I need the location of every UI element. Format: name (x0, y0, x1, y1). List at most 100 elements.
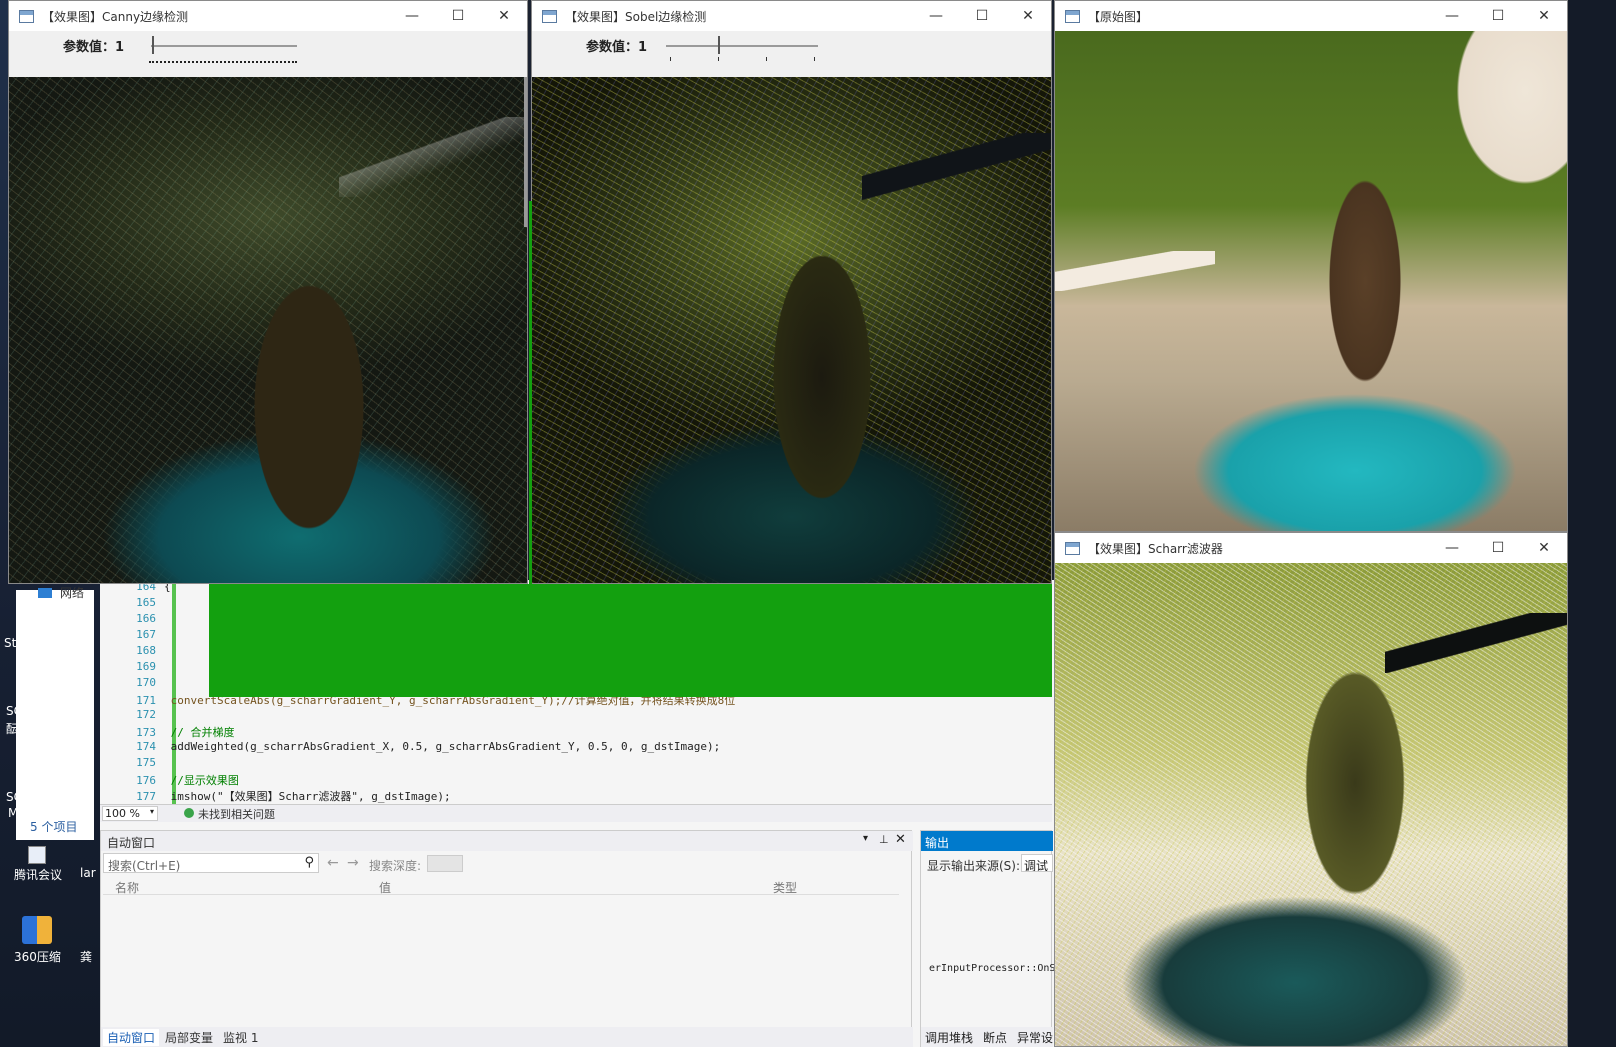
search-icon[interactable]: ⚲ (304, 855, 314, 870)
minimize-button[interactable]: — (389, 8, 435, 24)
minimize-button[interactable]: — (1429, 540, 1475, 556)
tencent-meeting-label[interactable]: 腾讯会议 (14, 866, 62, 883)
editor-status-bar: 100 % ▾ 未找到相关问题 (100, 804, 1052, 822)
output-source-value: 调试 (1024, 859, 1049, 872)
sobel-trackbar-track[interactable] (666, 45, 818, 47)
scharr-title: 【效果图】Scharr滤波器 (1088, 541, 1223, 556)
output-panel: 输出 显示输出来源(S): 调试 erInputProcessor::OnS 调… (920, 830, 1056, 1047)
output-source-label: 显示输出来源(S): (927, 859, 1021, 873)
zoom-dropdown[interactable]: 100 % ▾ (102, 806, 158, 821)
search-depth-dropdown[interactable] (427, 855, 463, 872)
close-icon[interactable]: ✕ (895, 832, 906, 847)
canny-scrollbar[interactable] (524, 77, 527, 227)
zoom-value: 100 % (105, 807, 140, 820)
sobel-titlebar[interactable]: 【效果图】Sobel边缘检测 — ☐ ✕ (532, 1, 1051, 31)
minimize-button[interactable]: — (913, 8, 959, 24)
sobel-tick (670, 57, 671, 61)
canny-umbrella-shape (339, 117, 527, 197)
col-name-header[interactable]: 名称 (115, 879, 139, 896)
explorer-pane: 网络 5 个项目 (16, 586, 94, 840)
sobel-tick (718, 57, 719, 61)
window-app-icon (542, 9, 557, 23)
maximize-button[interactable]: ☐ (959, 8, 1005, 24)
scharr-window: 【效果图】Scharr滤波器 — ☐ ✕ (1054, 532, 1568, 1047)
output-tab-strip: 调用堆栈 断点 异常设 (921, 1027, 1053, 1047)
tab-watch[interactable]: 监视 1 (223, 1029, 258, 1046)
window-app-icon (1065, 9, 1080, 23)
shortcut-label[interactable]: 龚 (80, 948, 92, 965)
tab-exception-settings[interactable]: 异常设 (1017, 1029, 1053, 1046)
close-button[interactable]: ✕ (1005, 8, 1051, 24)
code-line: 172 (136, 708, 156, 721)
output-source-dropdown[interactable]: 调试 (1021, 854, 1053, 872)
canny-edge-image (9, 77, 527, 583)
original-photo (1055, 31, 1567, 531)
tencent-meeting-icon[interactable] (28, 846, 46, 864)
tab-breakpoints[interactable]: 断点 (983, 1029, 1007, 1046)
output-title: 输出 (925, 836, 950, 850)
pin-icon[interactable]: ⊥ (879, 833, 889, 846)
network-icon[interactable] (38, 588, 52, 598)
code-line: 177 imshow("【效果图】Scharr滤波器", g_dstImage)… (136, 790, 451, 803)
sobel-umbrella-shape (862, 133, 1051, 203)
minimize-button[interactable]: — (1429, 8, 1475, 24)
maximize-button[interactable]: ☐ (1475, 540, 1521, 556)
col-value-header[interactable]: 值 (379, 879, 391, 896)
tab-locals[interactable]: 局部变量 (165, 1029, 213, 1046)
sobel-title: 【效果图】Sobel边缘检测 (565, 9, 707, 24)
original-title: 【原始图】 (1088, 9, 1149, 24)
tab-call-stack[interactable]: 调用堆栈 (925, 1029, 973, 1046)
scharr-filter-image (1055, 563, 1567, 1046)
scharr-umbrella-shape (1385, 613, 1567, 673)
sobel-trackbar-area: 参数值：1 (532, 31, 1051, 77)
code-line: 173 // 合并梯度 (136, 726, 235, 739)
sobel-window: 【效果图】Sobel边缘检测 — ☐ ✕ 参数值：1 (529, 0, 1052, 585)
check-icon (184, 808, 194, 818)
original-window: 【原始图】 — ☐ ✕ (1054, 0, 1568, 532)
output-text: erInputProcessor::OnS (929, 963, 1056, 974)
canny-trackbar-track[interactable] (151, 45, 297, 47)
back-arrow-icon[interactable]: ← (327, 855, 339, 871)
canny-titlebar[interactable]: 【效果图】Canny边缘检测 — ☐ ✕ (9, 1, 527, 31)
maximize-button[interactable]: ☐ (435, 8, 481, 24)
canny-param-label: 参数值：1 (63, 40, 125, 55)
close-button[interactable]: ✕ (1521, 8, 1567, 24)
autos-search-input[interactable]: 搜索(Ctrl+E) ⚲ (103, 853, 319, 873)
code-line: 174 addWeighted(g_scharrAbsGradient_X, 0… (136, 740, 721, 753)
autos-table-header: 名称 值 类型 (103, 877, 899, 895)
canny-window: 【效果图】Canny边缘检测 — ☐ ✕ 参数值：1 (8, 0, 528, 584)
col-type-header[interactable]: 类型 (773, 879, 797, 896)
canny-trackbar-thumb[interactable] (152, 36, 154, 54)
dropdown-icon[interactable]: ▾ (863, 833, 868, 844)
autos-tab-strip: 自动窗口 局部变量 监视 1 (101, 1027, 913, 1047)
window-app-icon (1065, 541, 1080, 555)
maximize-button[interactable]: ☐ (1475, 8, 1521, 24)
zip-360-label[interactable]: 360压缩 (14, 948, 61, 965)
original-titlebar[interactable]: 【原始图】 — ☐ ✕ (1055, 1, 1567, 31)
code-line: 176 //显示效果图 (136, 774, 239, 787)
close-button[interactable]: ✕ (1521, 540, 1567, 556)
tab-autos[interactable]: 自动窗口 (103, 1029, 160, 1046)
autos-panel: 自动窗口 ▾ ⊥ ✕ 搜索(Ctrl+E) ⚲ ← → 搜索深度: 名称 值 类… (100, 830, 913, 1047)
sobel-tick (814, 57, 815, 61)
ide-window: 164{ 165 166 167 168 169 170 171 convert… (100, 580, 1100, 1047)
sobel-edge-image (532, 77, 1051, 583)
autos-titlebar: 自动窗口 ▾ ⊥ ✕ (101, 831, 913, 851)
original-parasol-left (1055, 251, 1215, 291)
zip-360-icon[interactable] (22, 916, 52, 944)
sobel-trackbar-thumb[interactable] (718, 36, 720, 54)
autos-title: 自动窗口 (107, 836, 156, 850)
scharr-titlebar[interactable]: 【效果图】Scharr滤波器 — ☐ ✕ (1055, 533, 1567, 563)
network-label[interactable]: 网络 (60, 584, 84, 601)
sobel-resize-edge[interactable] (529, 201, 532, 585)
shortcut-label[interactable]: lar (80, 866, 96, 880)
code-line: 175 (136, 756, 156, 769)
sobel-param-label: 参数值：1 (586, 40, 648, 55)
close-button[interactable]: ✕ (481, 8, 527, 24)
autos-search-placeholder: 搜索(Ctrl+E) (108, 859, 181, 873)
issues-status: 未找到相关问题 (198, 808, 275, 821)
screen-edge (1568, 0, 1616, 1047)
forward-arrow-icon[interactable]: → (347, 855, 359, 871)
item-count: 5 个项目 (30, 820, 78, 834)
window-app-icon (19, 9, 34, 23)
